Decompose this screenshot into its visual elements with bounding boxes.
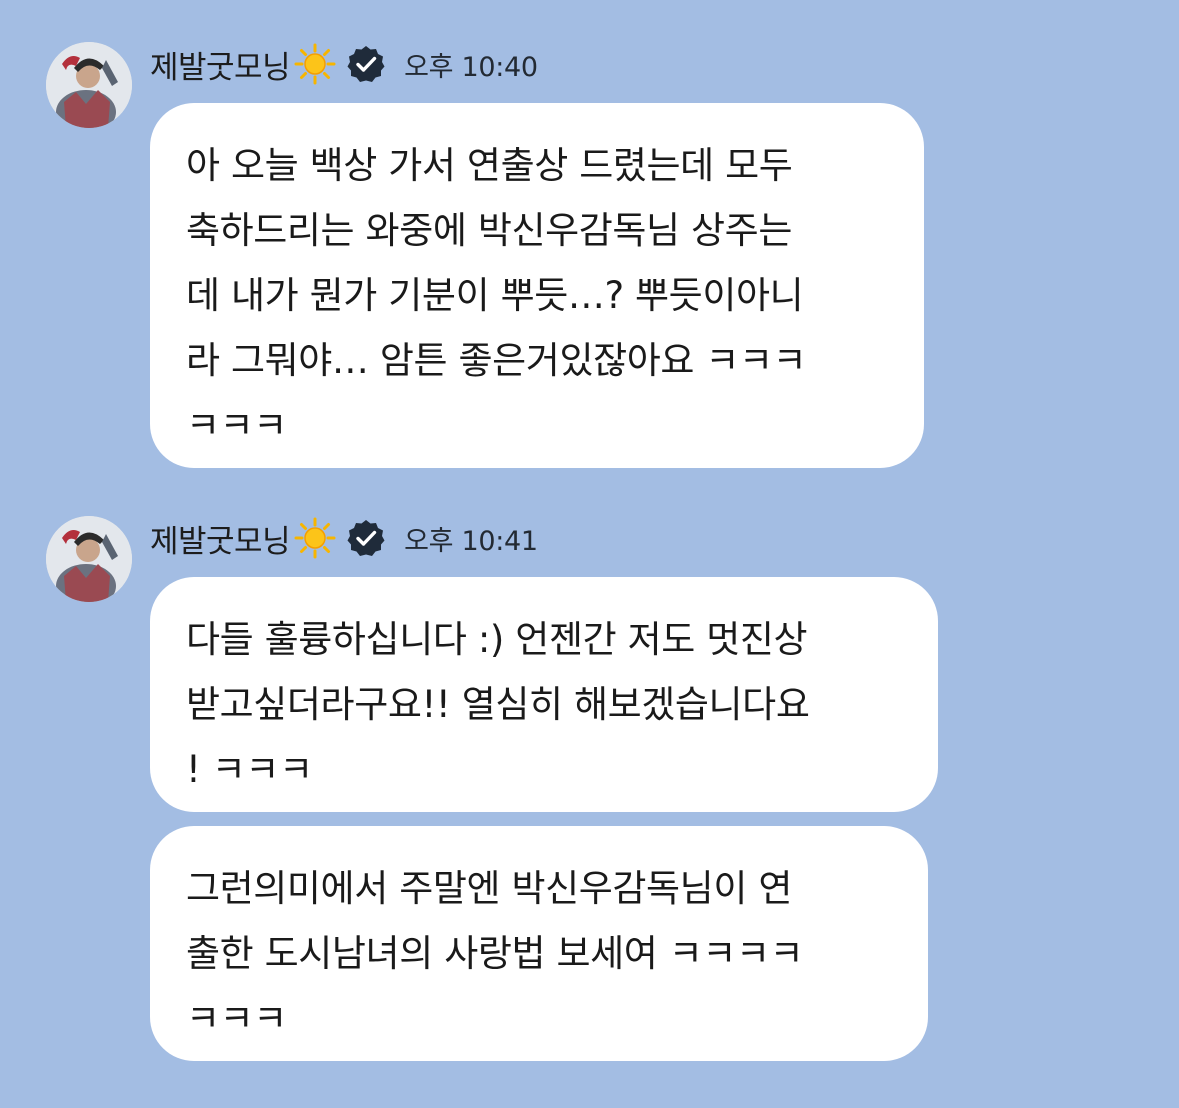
verified-badge-icon	[346, 518, 386, 558]
message-timestamp: 오후 10:41	[404, 525, 538, 557]
sun-emoji-icon	[294, 517, 336, 559]
sender-name[interactable]: 제발굿모닝	[150, 516, 291, 561]
avatar[interactable]	[46, 516, 132, 602]
message-header: 제발굿모닝 오후 10:41	[150, 516, 538, 560]
message-header: 제발굿모닝 오후 10:40	[150, 42, 538, 86]
message-bubble[interactable]: 아 오늘 백상 가서 연출상 드렸는데 모두 축하드리는 와중에 박신우감독님 …	[150, 103, 924, 468]
sender-name[interactable]: 제발굿모닝	[150, 42, 291, 87]
message-bubble[interactable]: 그런의미에서 주말엔 박신우감독님이 연 출한 도시남녀의 사랑법 보세여 ㅋㅋ…	[150, 826, 928, 1061]
message-timestamp: 오후 10:40	[404, 51, 538, 83]
verified-badge-icon	[346, 44, 386, 84]
avatar[interactable]	[46, 42, 132, 128]
sun-emoji-icon	[294, 43, 336, 85]
message-bubble[interactable]: 다들 훌륭하십니다 :) 언젠간 저도 멋진상 받고싶더라구요!! 열심히 해보…	[150, 577, 938, 812]
